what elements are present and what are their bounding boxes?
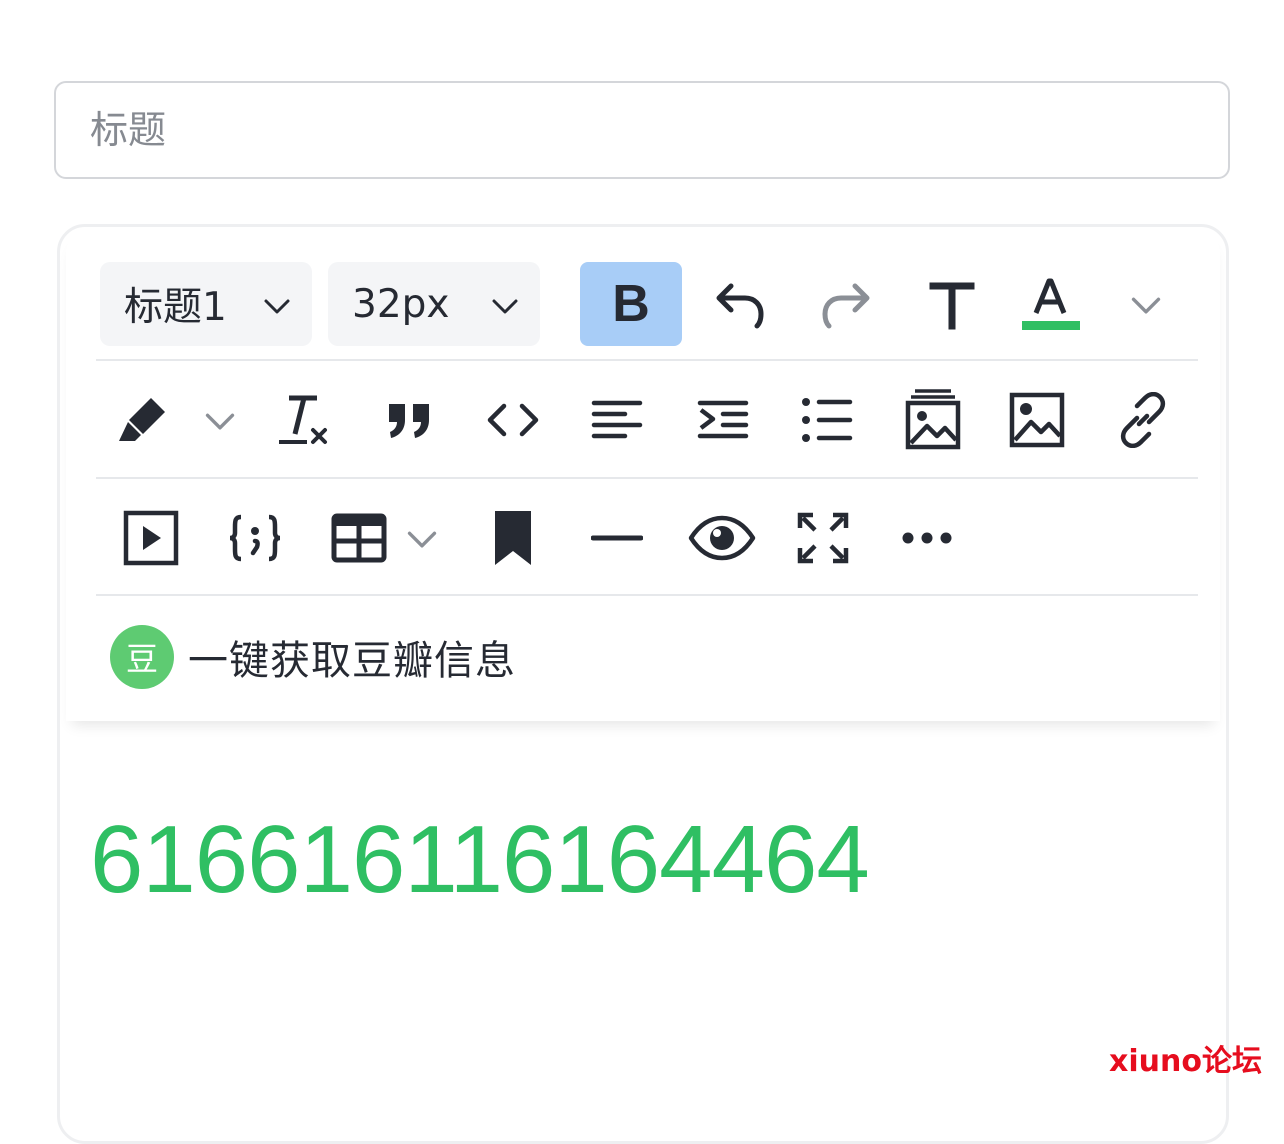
douban-icon: 豆 xyxy=(110,625,174,689)
font-size-select[interactable]: 32px xyxy=(328,262,540,346)
clear-format-button[interactable] xyxy=(270,385,340,455)
chevron-down-icon xyxy=(492,299,518,314)
text-color-dropdown[interactable] xyxy=(1126,285,1166,325)
bulleted-list-icon xyxy=(802,398,853,442)
bookmark-button[interactable] xyxy=(478,503,548,573)
table-icon xyxy=(331,513,387,563)
align-left-icon xyxy=(591,400,643,439)
redo-button[interactable] xyxy=(806,270,886,340)
undo-button[interactable] xyxy=(700,270,780,340)
text-color-icon xyxy=(1022,278,1080,330)
highlight-button[interactable] xyxy=(108,385,178,455)
douban-fetch-label: 一键获取豆瓣信息 xyxy=(188,638,516,684)
indent-icon xyxy=(697,400,749,439)
image-icon xyxy=(1009,392,1065,448)
watermark: xiuno论坛 xyxy=(1109,1044,1262,1079)
bookmark-icon xyxy=(495,511,531,565)
chevron-down-icon xyxy=(407,531,437,548)
text-type-icon xyxy=(929,282,975,330)
heading-select-value: 标题1 xyxy=(124,285,227,330)
more-button[interactable] xyxy=(892,503,962,573)
font-family-button[interactable] xyxy=(912,270,992,340)
rich-text-editor: 标题1 32px B 豆 一键获取豆瓣信息 616616116164464 xyxy=(57,224,1229,1144)
douban-fetch-button[interactable]: 豆 一键获取豆瓣信息 xyxy=(110,625,516,689)
more-icon xyxy=(902,532,952,544)
table-dropdown[interactable] xyxy=(400,517,444,561)
redo-icon xyxy=(822,283,870,329)
title-input[interactable] xyxy=(54,81,1230,179)
video-icon xyxy=(123,510,179,566)
toolbar-row-3 xyxy=(100,479,1200,595)
clear-format-icon xyxy=(279,395,327,444)
bold-icon: B xyxy=(612,275,650,333)
text-color-button[interactable] xyxy=(1010,270,1090,340)
eye-icon xyxy=(688,515,756,561)
editor-content[interactable]: 616616116164464 xyxy=(90,805,870,915)
highlighter-icon xyxy=(119,398,165,441)
code-block-icon xyxy=(229,514,281,562)
code-icon xyxy=(487,403,539,437)
editor-toolbar: 标题1 32px B 豆 一键获取豆瓣信息 xyxy=(66,227,1220,721)
chevron-down-icon xyxy=(264,299,290,314)
insert-table-button[interactable] xyxy=(324,503,394,573)
insert-video-button[interactable] xyxy=(116,503,186,573)
fullscreen-icon xyxy=(797,512,849,564)
toolbar-row-2 xyxy=(100,361,1200,477)
image-gallery-button[interactable] xyxy=(898,379,968,459)
divider-icon xyxy=(591,535,643,541)
fullscreen-button[interactable] xyxy=(788,503,858,573)
align-left-button[interactable] xyxy=(582,385,652,455)
image-gallery-icon xyxy=(905,389,961,450)
chevron-down-icon xyxy=(1131,297,1161,314)
link-icon xyxy=(1120,392,1166,448)
quote-icon xyxy=(389,404,429,438)
preview-button[interactable] xyxy=(682,503,762,573)
toolbar-divider xyxy=(96,594,1198,596)
undo-icon xyxy=(716,283,764,329)
horizontal-rule-button[interactable] xyxy=(582,503,652,573)
insert-link-button[interactable] xyxy=(1108,385,1178,455)
bulleted-list-button[interactable] xyxy=(792,385,862,455)
code-block-button[interactable] xyxy=(220,503,290,573)
highlight-dropdown[interactable] xyxy=(198,399,242,443)
chevron-down-icon xyxy=(205,413,235,430)
heading-select[interactable]: 标题1 xyxy=(100,262,312,346)
blockquote-button[interactable] xyxy=(374,385,444,455)
bold-button[interactable]: B xyxy=(580,262,682,346)
insert-image-button[interactable] xyxy=(1002,385,1072,455)
code-button[interactable] xyxy=(478,385,548,455)
indent-button[interactable] xyxy=(688,385,758,455)
toolbar-row-1: 标题1 32px B xyxy=(100,227,1200,346)
font-size-select-value: 32px xyxy=(352,281,450,327)
